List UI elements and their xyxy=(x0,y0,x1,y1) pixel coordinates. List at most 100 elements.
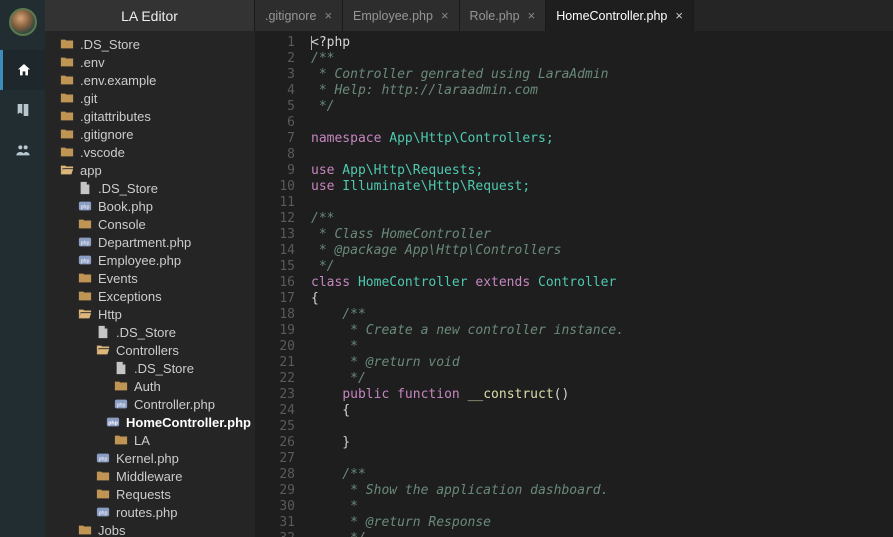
tree-item[interactable]: phpDepartment.php xyxy=(45,233,255,251)
tree-item-label: Exceptions xyxy=(98,289,162,304)
code-line[interactable] xyxy=(311,147,893,163)
code-line[interactable]: class HomeController extends Controller xyxy=(311,275,893,291)
tree-item[interactable]: phpHomeController.php xyxy=(45,413,255,431)
line-number: 18 xyxy=(255,307,295,323)
close-icon[interactable]: × xyxy=(528,8,536,23)
tab-employee-php[interactable]: Employee.php× xyxy=(343,0,460,31)
code-line[interactable]: /** xyxy=(311,307,893,323)
tree-item-label: Employee.php xyxy=(98,253,181,268)
code-line[interactable]: * Help: http://laraadmin.com xyxy=(311,83,893,99)
code-token: * Create a new controller instance. xyxy=(311,323,624,338)
line-number: 14 xyxy=(255,243,295,259)
code-line[interactable]: } xyxy=(311,435,893,451)
tree-item-label: .DS_Store xyxy=(134,361,194,376)
line-number: 30 xyxy=(255,499,295,515)
tree-item[interactable]: Controllers xyxy=(45,341,255,359)
tree-item[interactable]: phproutes.php xyxy=(45,503,255,521)
code-token: App\Http\Requests; xyxy=(334,163,483,178)
avatar[interactable] xyxy=(9,8,37,36)
tree-item[interactable]: .gitignore xyxy=(45,125,255,143)
code-line[interactable]: * xyxy=(311,499,893,515)
line-number: 31 xyxy=(255,515,295,531)
code-line[interactable]: namespace App\Http\Controllers; xyxy=(311,131,893,147)
code-line[interactable]: */ xyxy=(311,259,893,275)
code-area[interactable]: <?php/** * Controller genrated using Lar… xyxy=(303,31,893,537)
code-line[interactable]: * @package App\Http\Controllers xyxy=(311,243,893,259)
tree-item-label: .gitignore xyxy=(80,127,133,142)
code-line[interactable]: public function __construct() xyxy=(311,387,893,403)
code-line[interactable]: */ xyxy=(311,371,893,387)
tab--gitignore[interactable]: .gitignore× xyxy=(255,0,343,31)
folder-closed-icon xyxy=(77,522,93,537)
code-line[interactable]: * @return void xyxy=(311,355,893,371)
code-line[interactable]: /** xyxy=(311,51,893,67)
folder-closed-icon xyxy=(113,378,129,394)
tree-item[interactable]: Console xyxy=(45,215,255,233)
tree-item[interactable]: Middleware xyxy=(45,467,255,485)
tree-item[interactable]: .DS_Store xyxy=(45,35,255,53)
tab-role-php[interactable]: Role.php× xyxy=(460,0,547,31)
tree-item[interactable]: .git xyxy=(45,89,255,107)
tree-item[interactable]: Requests xyxy=(45,485,255,503)
editor-title-tab: LA Editor xyxy=(45,0,255,31)
tree-item[interactable]: .env.example xyxy=(45,71,255,89)
tree-item[interactable]: app xyxy=(45,161,255,179)
tab-label: HomeController.php xyxy=(556,9,667,23)
leftbar-home-icon[interactable] xyxy=(0,50,45,90)
tree-item[interactable]: .vscode xyxy=(45,143,255,161)
code-editor[interactable]: 1234567891011121314151617181920212223242… xyxy=(255,31,893,537)
code-line[interactable]: { xyxy=(311,403,893,419)
tree-item[interactable]: LA xyxy=(45,431,255,449)
tree-item[interactable]: .gitattributes xyxy=(45,107,255,125)
tree-item[interactable]: Http xyxy=(45,305,255,323)
tree-item-label: Requests xyxy=(116,487,171,502)
code-line[interactable]: /** xyxy=(311,467,893,483)
tree-item[interactable]: Jobs xyxy=(45,521,255,537)
code-token: /** xyxy=(311,307,366,322)
code-line[interactable]: * Controller genrated using LaraAdmin xyxy=(311,67,893,83)
line-number: 17 xyxy=(255,291,295,307)
code-token: () xyxy=(554,387,570,402)
code-line[interactable]: * @return Response xyxy=(311,515,893,531)
close-icon[interactable]: × xyxy=(324,8,332,23)
tree-item[interactable]: .DS_Store xyxy=(45,359,255,377)
code-line[interactable]: /** xyxy=(311,211,893,227)
folder-closed-icon xyxy=(59,54,75,70)
tree-item[interactable]: phpKernel.php xyxy=(45,449,255,467)
code-token: App\Http\Controllers; xyxy=(381,131,553,146)
tree-item[interactable]: .DS_Store xyxy=(45,179,255,197)
code-line[interactable]: * Show the application dashboard. xyxy=(311,483,893,499)
folder-closed-icon xyxy=(77,216,93,232)
tree-item[interactable]: .DS_Store xyxy=(45,323,255,341)
code-token: /** xyxy=(311,211,334,226)
tree-item[interactable]: phpBook.php xyxy=(45,197,255,215)
svg-text:php: php xyxy=(81,241,90,247)
tree-item[interactable]: Events xyxy=(45,269,255,287)
line-number: 22 xyxy=(255,371,295,387)
tab-homecontroller-php[interactable]: HomeController.php × xyxy=(546,0,694,31)
code-line[interactable]: { xyxy=(311,291,893,307)
code-line[interactable]: * Class HomeController xyxy=(311,227,893,243)
code-line[interactable] xyxy=(311,419,893,435)
code-line[interactable]: * xyxy=(311,339,893,355)
tree-item-label: Events xyxy=(98,271,138,286)
code-line[interactable] xyxy=(311,195,893,211)
code-line[interactable]: */ xyxy=(311,99,893,115)
code-line[interactable]: * Create a new controller instance. xyxy=(311,323,893,339)
tree-item[interactable]: Exceptions xyxy=(45,287,255,305)
code-line[interactable]: use App\Http\Requests; xyxy=(311,163,893,179)
leftbar-book-icon[interactable] xyxy=(0,90,45,130)
code-line[interactable]: */ xyxy=(311,531,893,537)
tree-item[interactable]: .env xyxy=(45,53,255,71)
code-line[interactable] xyxy=(311,115,893,131)
code-line[interactable] xyxy=(311,451,893,467)
tree-item[interactable]: phpController.php xyxy=(45,395,255,413)
close-icon[interactable]: × xyxy=(441,8,449,23)
tree-item[interactable]: phpEmployee.php xyxy=(45,251,255,269)
code-line[interactable]: <?php xyxy=(311,35,893,51)
file-tree[interactable]: .DS_Store.env.env.example.git.gitattribu… xyxy=(45,31,255,537)
close-icon[interactable]: × xyxy=(675,8,683,23)
leftbar-users-icon[interactable] xyxy=(0,130,45,170)
tree-item[interactable]: Auth xyxy=(45,377,255,395)
code-line[interactable]: use Illuminate\Http\Request; xyxy=(311,179,893,195)
